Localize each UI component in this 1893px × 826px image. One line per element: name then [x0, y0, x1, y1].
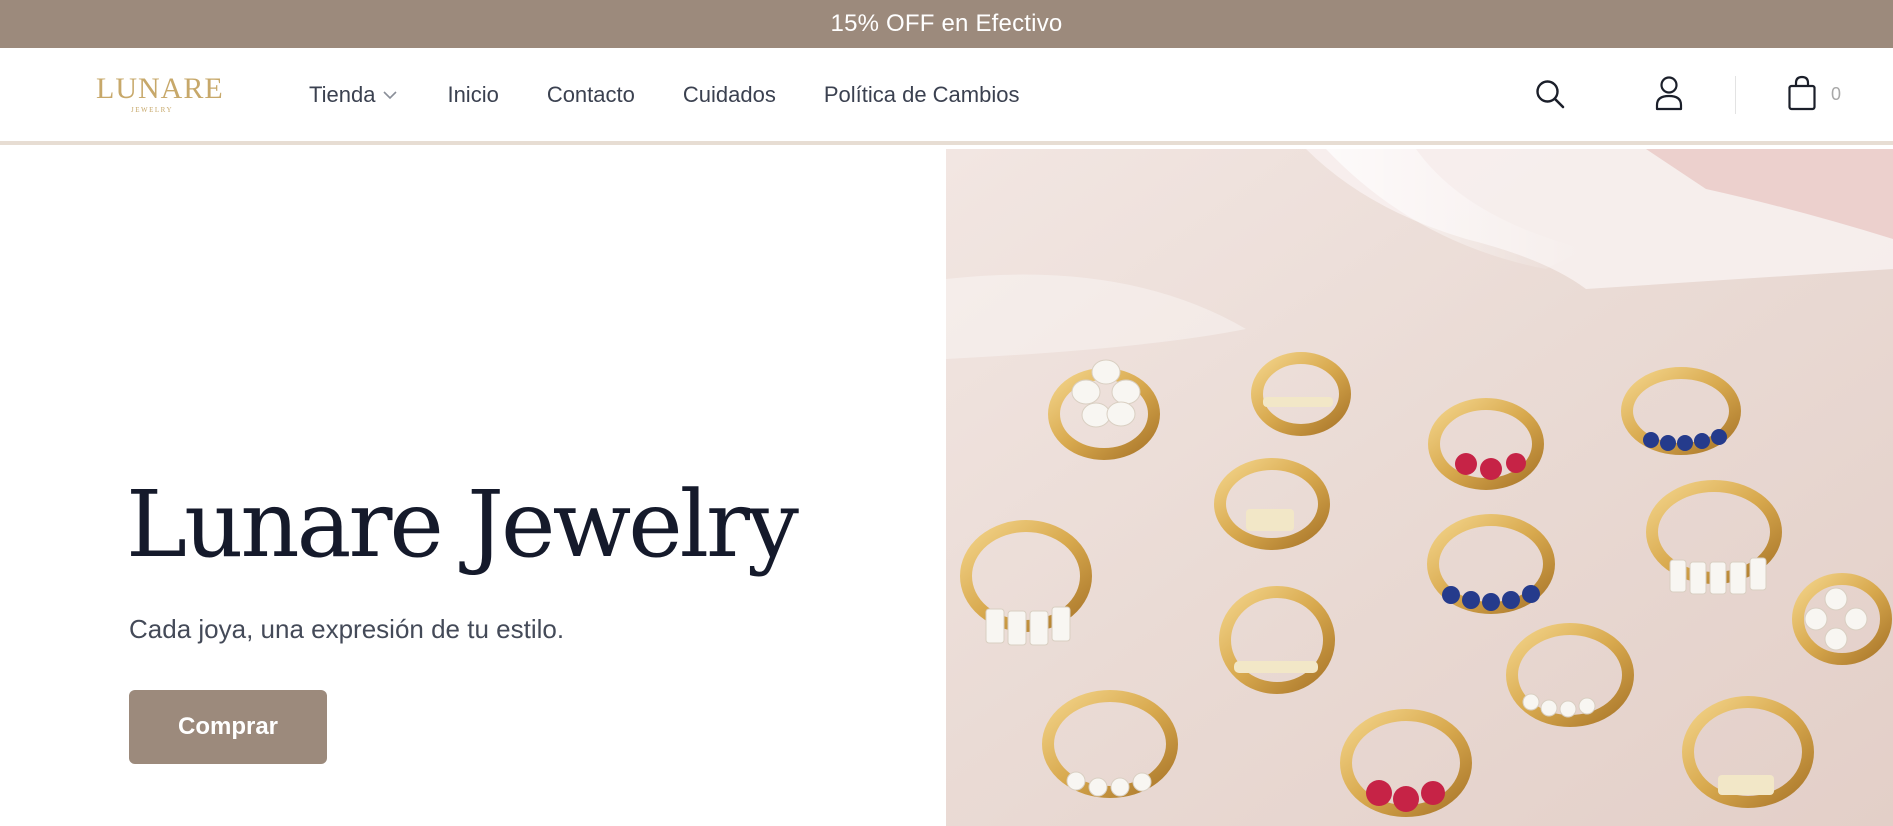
nav-item-label: Cuidados	[682, 81, 776, 107]
nav-item-tienda[interactable]: Tienda	[309, 82, 399, 108]
nav-item-politica-de-cambios[interactable]: Política de Cambios	[824, 82, 1020, 108]
shop-button[interactable]: Comprar	[129, 690, 327, 764]
hero-subtitle: Cada joya, una expresión de tu estilo.	[129, 614, 565, 644]
nav-item-cuidados[interactable]: Cuidados	[683, 82, 776, 108]
nav-item-contacto[interactable]: Contacto	[547, 82, 635, 108]
logo-sub-text: JEWELRY	[131, 106, 173, 114]
jewelry-photo	[946, 149, 1893, 826]
account-button[interactable]	[1652, 72, 1686, 114]
nav-item-label: Contacto	[546, 81, 635, 107]
hero-title: Lunare Jewelry	[126, 471, 799, 578]
cart-button[interactable]	[1785, 72, 1819, 114]
promo-text: 15% OFF en Efectivo	[830, 10, 1063, 37]
promo-bar: 15% OFF en Efectivo	[0, 0, 1893, 48]
site-header: LUNARE JEWELRY Tienda Inicio Contacto Cu…	[0, 48, 1893, 145]
cart-count: 0	[1831, 84, 1842, 104]
shopping-bag-icon	[1788, 75, 1816, 111]
nav-item-label: Tienda	[309, 81, 376, 107]
nav-item-inicio[interactable]: Inicio	[447, 82, 498, 108]
header-divider	[1735, 76, 1736, 114]
nav-item-label: Inicio	[447, 81, 499, 107]
logo-main-text: LUNARE	[96, 72, 224, 105]
search-button[interactable]	[1532, 74, 1568, 114]
chevron-down-icon	[383, 90, 398, 99]
nav-item-label: Política de Cambios	[823, 81, 1020, 107]
hero-image-jewelry	[946, 149, 1893, 826]
search-icon	[1536, 80, 1565, 109]
main-nav: Tienda Inicio Contacto Cuidados Política…	[309, 48, 1019, 141]
logo[interactable]: LUNARE JEWELRY	[96, 72, 224, 122]
user-icon	[1655, 76, 1683, 111]
